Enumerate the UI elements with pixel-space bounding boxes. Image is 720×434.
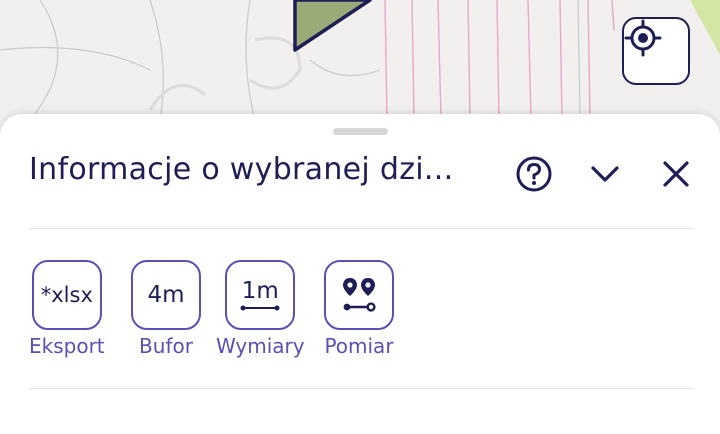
tool-label: Bufor [139, 334, 193, 358]
ruler-line-icon [240, 305, 280, 311]
tool-label: Pomiar [324, 334, 394, 358]
tool-label: Wymiary [216, 334, 305, 358]
measure-pins-icon [343, 278, 376, 312]
chevron-down-icon [591, 166, 619, 182]
close-icon [663, 161, 689, 187]
tool-export[interactable]: *xlsx Eksport [29, 260, 105, 358]
xlsx-icon: *xlsx [40, 283, 93, 307]
tool-buffer[interactable]: 4m Bufor [131, 260, 201, 358]
divider [29, 388, 692, 389]
tool-measure[interactable]: Pomiar [324, 260, 394, 358]
dimensions-button[interactable]: 1m [225, 260, 296, 330]
buffer-button[interactable]: 4m [131, 260, 201, 330]
measure-button[interactable] [324, 260, 394, 330]
crosshair-icon [624, 19, 662, 57]
help-circle-icon [516, 156, 552, 192]
collapse-button[interactable] [585, 154, 625, 194]
drag-handle[interactable] [333, 128, 388, 135]
dimensions-icon: 1m [240, 278, 280, 312]
panel-title: Informacje o wybranej dzi... [29, 152, 454, 187]
buffer-icon: 4m [147, 282, 185, 308]
export-button[interactable]: *xlsx [31, 260, 102, 330]
parcel-info-panel: Informacje o wybranej dzi... *xlsx Ekspo… [0, 114, 720, 434]
close-button[interactable] [656, 154, 696, 194]
tool-label: Eksport [29, 334, 105, 358]
tool-dimensions[interactable]: 1m Wymiary [216, 260, 305, 358]
locate-me-button[interactable] [622, 17, 690, 85]
help-button[interactable] [514, 154, 554, 194]
divider [29, 228, 692, 229]
